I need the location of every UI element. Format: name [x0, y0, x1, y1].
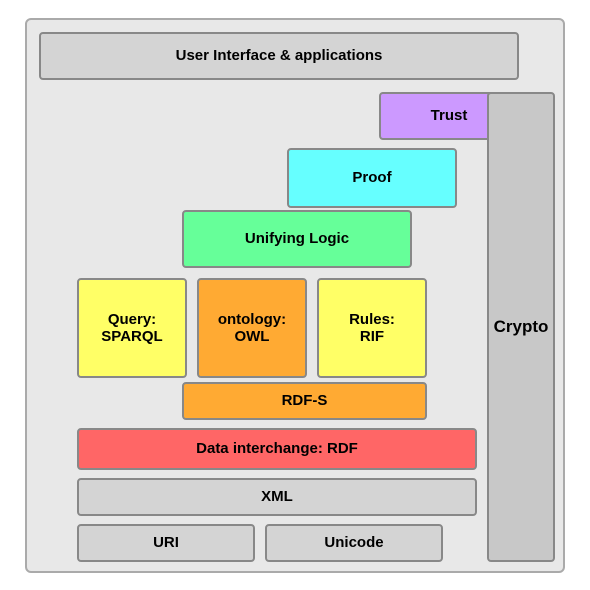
crypto-label: Crypto — [494, 317, 549, 337]
unifying-label: Unifying Logic — [245, 230, 349, 247]
proof-box: Proof — [287, 148, 457, 208]
rif-box: Rules: RIF — [317, 278, 427, 378]
sparql-box: Query: SPARQL — [77, 278, 187, 378]
sparql-label: Query: SPARQL — [101, 311, 162, 345]
owl-box: ontology: OWL — [197, 278, 307, 378]
uri-label: URI — [153, 534, 179, 551]
proof-label: Proof — [352, 169, 391, 186]
unifying-box: Unifying Logic — [182, 210, 412, 268]
rdfs-label: RDF-S — [282, 392, 328, 409]
xml-box: XML — [77, 478, 477, 516]
ui-box: User Interface & applications — [39, 32, 519, 80]
rdf-label: Data interchange: RDF — [196, 440, 358, 457]
rif-label: Rules: RIF — [349, 311, 395, 345]
rdfs-box: RDF-S — [182, 382, 427, 420]
rdf-box: Data interchange: RDF — [77, 428, 477, 470]
ui-label: User Interface & applications — [176, 47, 383, 64]
owl-label: ontology: OWL — [218, 311, 286, 345]
unicode-label: Unicode — [324, 534, 383, 551]
trust-label: Trust — [431, 107, 468, 124]
diagram-container: User Interface & applications Trust Proo… — [25, 18, 565, 573]
xml-label: XML — [261, 488, 293, 505]
uri-box: URI — [77, 524, 255, 562]
crypto-box: Crypto — [487, 92, 555, 562]
unicode-box: Unicode — [265, 524, 443, 562]
